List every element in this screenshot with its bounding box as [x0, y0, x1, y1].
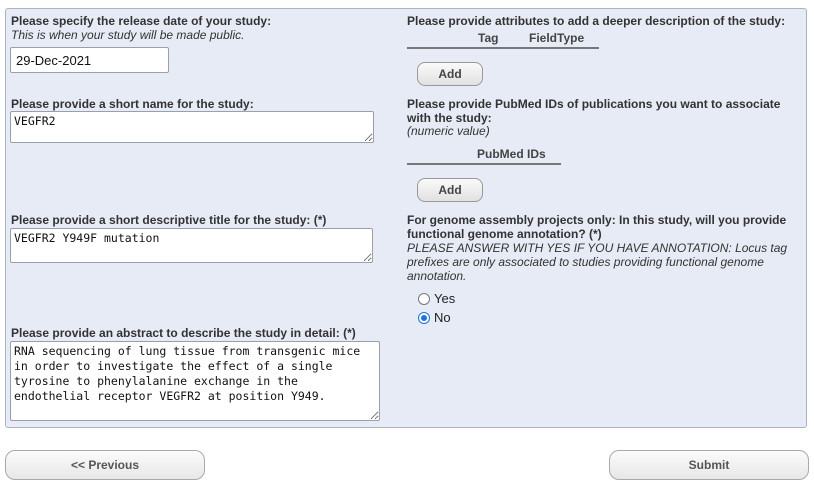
annotation-note-line3: annotation.: [407, 269, 467, 283]
pubmed-label-line2: with the study:: [407, 111, 492, 125]
annotation-no-radio[interactable]: [418, 311, 430, 324]
annotation-yes-radio[interactable]: [418, 292, 430, 305]
add-pubmed-button[interactable]: Add: [417, 178, 483, 202]
pubmed-label-line1: Please provide PubMed IDs of publication…: [407, 97, 781, 111]
short-name-label: Please provide a short name for the stud…: [11, 97, 254, 111]
attributes-label: Please provide attributes to add a deepe…: [407, 14, 786, 28]
annotation-yes-option[interactable]: Yes: [418, 291, 455, 306]
annotation-label-line1: For genome assembly projects only: In th…: [407, 213, 787, 227]
add-attribute-button[interactable]: Add: [417, 62, 483, 86]
attributes-table-divider: [407, 47, 599, 49]
release-date-label: Please specify the release date of your …: [11, 14, 272, 28]
annotation-label-line2: functional genome annotation? (*): [407, 227, 602, 241]
annotation-note-line2: prefixes are only associated to studies …: [407, 255, 764, 269]
pubmed-col-ids: PubMed IDs: [477, 147, 546, 161]
attributes-col-fieldtype: FieldType: [529, 31, 585, 45]
annotation-yes-label: Yes: [434, 291, 456, 306]
pubmed-table-divider: [407, 163, 561, 165]
title-input[interactable]: VEGFR2 Y949F mutation: [10, 228, 373, 263]
release-date-input[interactable]: [10, 47, 169, 73]
annotation-no-option[interactable]: No: [418, 310, 451, 325]
annotation-note-line1: PLEASE ANSWER WITH YES IF YOU HAVE ANNOT…: [407, 241, 788, 255]
submit-button[interactable]: Submit: [609, 450, 809, 480]
release-date-note: This is when your study will be made pub…: [11, 28, 245, 42]
title-label: Please provide a short descriptive title…: [11, 213, 327, 227]
abstract-input[interactable]: RNA sequencing of lung tissue from trans…: [10, 341, 380, 421]
short-name-input[interactable]: VEGFR2: [10, 111, 374, 143]
abstract-label: Please provide an abstract to describe t…: [11, 326, 356, 340]
previous-button[interactable]: << Previous: [5, 450, 205, 480]
pubmed-note: (numeric value): [407, 124, 490, 138]
attributes-col-tag: Tag: [478, 31, 499, 45]
annotation-no-label: No: [434, 310, 451, 325]
